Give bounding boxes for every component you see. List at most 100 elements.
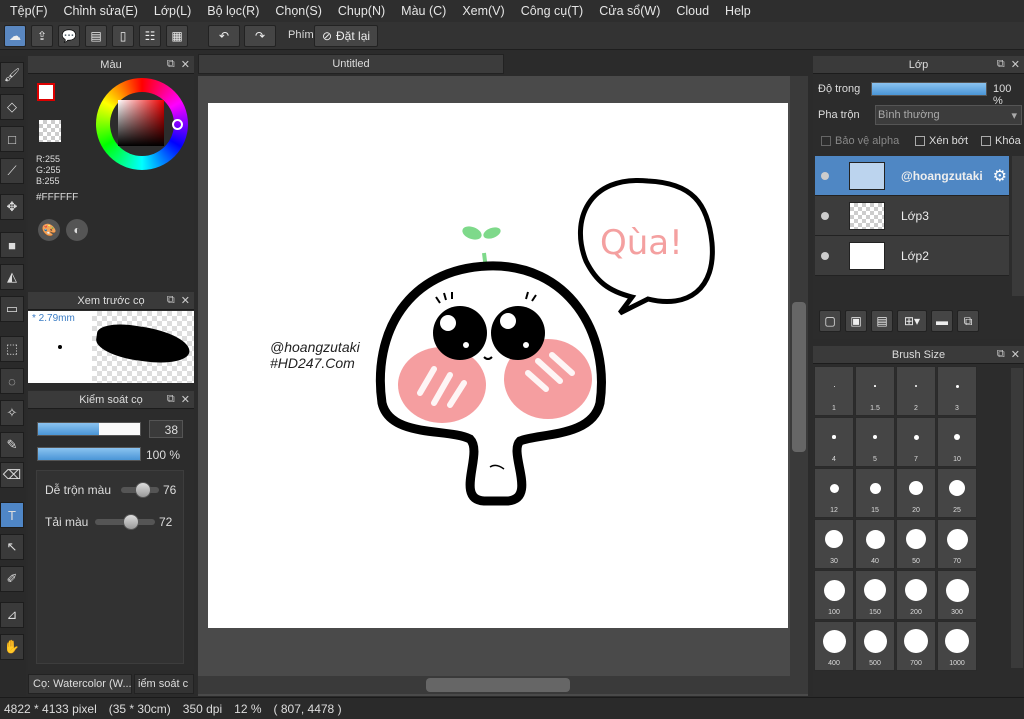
layer-scrollbar[interactable]: [1012, 156, 1024, 296]
line-icon[interactable]: ⟋: [0, 158, 24, 184]
popout-icon[interactable]: ⧉: [167, 393, 175, 406]
new-layer-image-icon[interactable]: ▣: [845, 310, 867, 332]
close-icon[interactable]: ✕: [181, 58, 190, 71]
brush-control-tab[interactable]: iểm soát c: [134, 674, 194, 694]
brush-size-cell[interactable]: 700: [896, 621, 936, 671]
layer-row[interactable]: Lớp3: [815, 196, 1009, 236]
close-icon[interactable]: ✕: [1011, 58, 1020, 71]
brush-size-cell[interactable]: 100: [814, 570, 854, 620]
brush-size-cell[interactable]: 1000: [937, 621, 977, 671]
reset-button[interactable]: ⊘ Đặt lại: [314, 25, 378, 47]
eye-icon[interactable]: [821, 252, 829, 260]
popout-icon[interactable]: ⧉: [997, 348, 1005, 361]
menu-cloud[interactable]: Cloud: [668, 4, 717, 18]
brush-size-cell[interactable]: 200: [896, 570, 936, 620]
foreground-color-swatch[interactable]: [37, 83, 55, 101]
popout-icon[interactable]: ⧉: [167, 294, 175, 307]
brush-size-cell[interactable]: 7: [896, 417, 936, 467]
layer-row[interactable]: Lớp2: [815, 236, 1009, 276]
add-layer-menu-icon[interactable]: ⊞▾: [897, 310, 927, 332]
vertical-scroll-thumb[interactable]: [792, 302, 806, 452]
menu-filter[interactable]: Bộ lọc(R): [199, 4, 267, 18]
brush-size-cell[interactable]: 500: [855, 621, 895, 671]
fill-rect-icon[interactable]: ■: [0, 232, 24, 258]
brush-size-cell[interactable]: 20: [896, 468, 936, 518]
brush-size-cell[interactable]: 5: [855, 417, 895, 467]
paper[interactable]: @hoangzutaki #HD247.Com Qùa!: [208, 103, 788, 628]
brush-size-cell[interactable]: 1: [814, 366, 854, 416]
brush-size-cell[interactable]: 2: [896, 366, 936, 416]
menu-layer[interactable]: Lớp(L): [146, 4, 199, 18]
brush-size-cell[interactable]: 150: [855, 570, 895, 620]
folder-icon[interactable]: ▬: [931, 310, 953, 332]
load-slider[interactable]: [95, 514, 155, 530]
eyedropper-icon[interactable]: ⊿: [0, 602, 24, 628]
menu-help[interactable]: Help: [717, 4, 759, 18]
eye-icon[interactable]: [821, 172, 829, 180]
gradient-icon[interactable]: ▭: [0, 296, 24, 322]
redo-icon[interactable]: ↷: [244, 25, 276, 47]
menu-capture[interactable]: Chụp(N): [330, 4, 393, 18]
move-icon[interactable]: ✥: [0, 194, 24, 220]
hand-icon[interactable]: ✋: [0, 634, 24, 660]
menu-view[interactable]: Xem(V): [454, 4, 512, 18]
clipping-checkbox[interactable]: Xén bớt: [915, 135, 968, 147]
message-icon[interactable]: ▤: [85, 25, 107, 47]
text-icon[interactable]: T: [0, 502, 24, 528]
menu-file[interactable]: Tệp(F): [2, 4, 56, 18]
transparent-color-swatch[interactable]: [39, 120, 61, 142]
new-layer-1bit-icon[interactable]: ▤: [871, 310, 893, 332]
lasso-icon[interactable]: ◌: [0, 368, 24, 394]
brush-opacity-slider[interactable]: [37, 447, 141, 461]
select-pen-icon[interactable]: ✎: [0, 432, 24, 458]
brush-size-value[interactable]: 38: [149, 420, 183, 438]
menu-tools[interactable]: Công cụ(T): [513, 4, 592, 18]
brush-size-cell[interactable]: 300: [937, 570, 977, 620]
document-icon[interactable]: ▯: [112, 25, 134, 47]
menu-window[interactable]: Cửa sổ(W): [591, 4, 668, 18]
brush-size-cell[interactable]: 70: [937, 519, 977, 569]
menu-edit[interactable]: Chỉnh sửa(E): [56, 4, 146, 18]
brush-size-cell[interactable]: 4: [814, 417, 854, 467]
saturation-square[interactable]: [118, 100, 164, 146]
operation-icon[interactable]: ↖: [0, 534, 24, 560]
document-tab[interactable]: Untitled: [198, 54, 504, 74]
popout-icon[interactable]: ⧉: [997, 58, 1005, 71]
color-history-icon[interactable]: ◐: [66, 219, 88, 241]
close-icon[interactable]: ✕: [1011, 348, 1020, 361]
brush-size-cell[interactable]: 12: [814, 468, 854, 518]
hue-wheel[interactable]: [96, 78, 188, 170]
brush-size-cell[interactable]: 3: [937, 366, 977, 416]
popout-icon[interactable]: ⧉: [167, 58, 175, 71]
brush-size-cell[interactable]: 25: [937, 468, 977, 518]
rectangle-icon[interactable]: □: [0, 126, 24, 152]
blend-mode-select[interactable]: Bình thường ▾: [875, 105, 1022, 125]
horizontal-scrollbar[interactable]: [198, 676, 808, 694]
horizontal-scroll-thumb[interactable]: [426, 678, 570, 692]
grid-icon[interactable]: ▦: [166, 25, 188, 47]
brush-size-slider[interactable]: [37, 422, 141, 436]
eye-icon[interactable]: [821, 212, 829, 220]
layer-row[interactable]: @hoangzutaki ⚙: [815, 156, 1009, 196]
brush-size-cell[interactable]: 30: [814, 519, 854, 569]
brush-size-cell[interactable]: 15: [855, 468, 895, 518]
select-rect-icon[interactable]: ⬚: [0, 336, 24, 362]
gear-icon[interactable]: ⚙: [993, 166, 1007, 186]
bucket-icon[interactable]: ◭: [0, 264, 24, 290]
brush-tab[interactable]: Cọ: Watercolor (W...: [28, 674, 132, 694]
magic-wand-icon[interactable]: ✧: [0, 400, 24, 426]
undo-icon[interactable]: ↶: [208, 25, 240, 47]
grid-list-icon[interactable]: ☷: [139, 25, 161, 47]
protect-alpha-checkbox[interactable]: Bảo vệ alpha: [821, 135, 899, 147]
layer-opacity-slider[interactable]: [871, 82, 987, 96]
brush-size-cell[interactable]: 40: [855, 519, 895, 569]
eraser-icon[interactable]: ◇: [0, 94, 24, 120]
share-icon[interactable]: ⇪: [31, 25, 53, 47]
divider-icon[interactable]: ✐: [0, 566, 24, 592]
brush-size-cell[interactable]: 10: [937, 417, 977, 467]
cloud-icon[interactable]: ☁: [4, 25, 26, 47]
close-icon[interactable]: ✕: [181, 294, 190, 307]
brush-size-cell[interactable]: 50: [896, 519, 936, 569]
brush-size-scrollbar[interactable]: [1011, 368, 1023, 668]
brush-icon[interactable]: 🖌: [0, 62, 24, 88]
